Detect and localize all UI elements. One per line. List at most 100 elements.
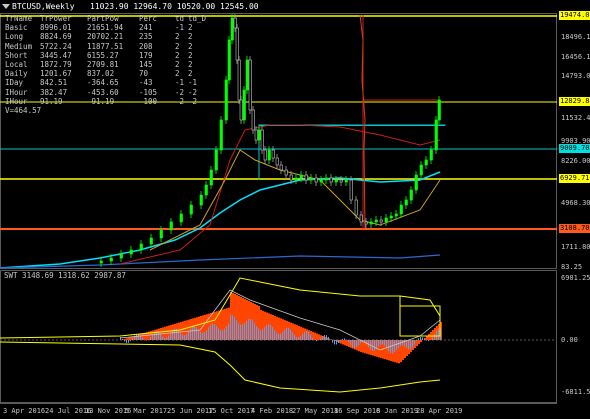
osc-bar-blue xyxy=(184,335,185,340)
osc-bar-blue xyxy=(210,324,211,340)
v-value: V=464.57 xyxy=(5,106,42,116)
price-candle xyxy=(169,221,173,231)
osc-bar-blue xyxy=(158,332,159,340)
osc-bar-blue xyxy=(280,333,281,340)
osc-bar-orange xyxy=(126,338,128,340)
osc-bar-blue xyxy=(212,323,213,340)
price-candle xyxy=(230,17,234,41)
price-candle xyxy=(242,89,246,121)
osc-bar-blue xyxy=(310,334,311,340)
time-tick: 4 Feb 2018 xyxy=(251,407,294,415)
osc-bar-blue xyxy=(322,336,323,340)
osc-bar-blue xyxy=(316,340,317,342)
price-candle xyxy=(424,159,428,166)
price-candle xyxy=(199,194,203,206)
osc-bar-blue xyxy=(124,340,125,342)
osc-bar-blue xyxy=(122,339,123,340)
price-candle xyxy=(309,177,313,181)
price-candle xyxy=(275,157,279,166)
price-candle xyxy=(263,149,267,161)
osc-bar-blue xyxy=(268,324,269,340)
price-candle xyxy=(179,213,183,223)
price-candle xyxy=(369,221,373,225)
ma-slow-line xyxy=(0,171,441,269)
osc-bar-blue xyxy=(236,320,237,340)
osc-bar-blue xyxy=(270,324,271,340)
osc-bar-blue xyxy=(344,338,345,340)
price-tick: 1711.80 xyxy=(561,243,590,251)
table-row: Long 8824.69 20702.21 235 2 2 xyxy=(5,32,193,42)
trend-power-table: TrName TrPower PartPow Perc td td_D Basic 8996… xyxy=(5,14,208,115)
osc-bar-orange xyxy=(342,340,344,345)
osc-bar-blue xyxy=(402,340,403,346)
price-candle xyxy=(189,204,193,215)
osc-bar-blue xyxy=(358,340,359,346)
osc-bar-blue xyxy=(334,340,335,345)
price-candle xyxy=(339,179,343,183)
osc-bar-blue xyxy=(296,337,297,340)
table-header: TrName TrPower PartPow Perc td td_D xyxy=(5,14,207,23)
osc-bar-blue xyxy=(266,325,267,340)
osc-bar-orange xyxy=(344,340,346,346)
osc-bar-blue xyxy=(234,317,235,340)
osc-bar-blue xyxy=(208,327,209,340)
price-candle xyxy=(344,179,348,183)
osc-bar-blue xyxy=(388,340,389,352)
osc-bar-blue xyxy=(132,338,133,340)
osc-bar-blue xyxy=(190,328,191,340)
price-candle xyxy=(434,119,438,151)
osc-bar-blue xyxy=(332,340,333,343)
osc-bar-blue xyxy=(286,327,287,340)
osc-bar-blue xyxy=(298,337,299,340)
osc-bar-blue xyxy=(342,338,343,340)
osc-tick: 6901.25 xyxy=(561,274,590,282)
osc-bar-blue xyxy=(380,340,381,345)
osc-bar-blue xyxy=(356,340,357,348)
osc-bar-blue xyxy=(162,336,163,340)
price-candle xyxy=(419,164,423,176)
time-tick: 6 Jan 2019 xyxy=(376,407,419,415)
osc-bar-blue xyxy=(248,319,249,340)
osc-bar-blue xyxy=(276,332,277,340)
price-candle xyxy=(204,184,208,196)
table-row: IDay 842.51 -364.65 -43 -1 -1 xyxy=(5,78,198,88)
osc-bar-orange xyxy=(428,334,430,340)
osc-bar-blue xyxy=(258,328,259,340)
price-candle xyxy=(267,149,271,161)
osc-bar-blue xyxy=(160,334,161,340)
osc-bar-blue xyxy=(264,327,265,340)
osc-bar-blue xyxy=(244,322,245,340)
osc-bar-blue xyxy=(194,326,195,340)
osc-bar-blue xyxy=(200,331,201,340)
price-tag-3108: 3108.70 xyxy=(559,224,590,233)
osc-bar-orange xyxy=(130,337,132,340)
osc-bar-blue xyxy=(186,334,187,340)
price-candle xyxy=(235,27,239,61)
osc-bar-blue xyxy=(418,338,419,340)
osc-bar-blue xyxy=(416,340,417,342)
osc-bar-blue xyxy=(252,320,253,340)
price-candle xyxy=(159,229,163,239)
osc-bar-blue xyxy=(382,340,383,345)
price-candle xyxy=(409,189,413,201)
time-tick: 15 Oct 2017 xyxy=(208,407,255,415)
osc-bar-blue xyxy=(438,328,439,340)
osc-bar-blue xyxy=(302,333,303,340)
osc-bar-blue xyxy=(282,331,283,340)
osc-bar-blue xyxy=(120,337,121,340)
osc-bar-blue xyxy=(206,330,207,340)
price-candle xyxy=(324,177,328,181)
price-candle xyxy=(314,177,318,183)
osc-bar-orange xyxy=(426,336,428,340)
price-candle xyxy=(364,221,368,225)
price-candle xyxy=(404,199,408,206)
ma-longest-line xyxy=(0,254,441,269)
time-axis: 3 Apr 2016 24 Jul 2016 13 Nov 2016 5 Mar… xyxy=(0,404,557,419)
table-row: Local 1872.79 2709.81 145 2 2 xyxy=(5,60,193,70)
time-tick: 28 Apr 2019 xyxy=(416,407,463,415)
time-tick: 3 Apr 2016 xyxy=(3,407,46,415)
osc-bar-blue xyxy=(246,320,247,340)
price-candle xyxy=(437,99,441,121)
price-candle xyxy=(329,177,333,183)
osc-bar-blue xyxy=(308,332,309,340)
